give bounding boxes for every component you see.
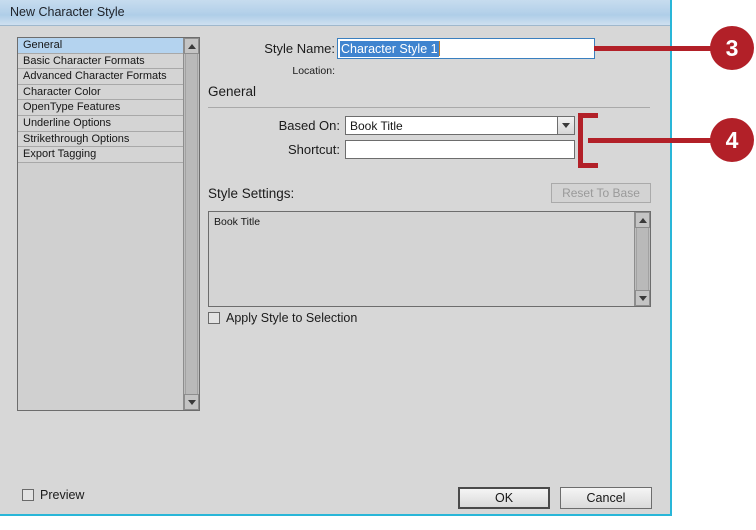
- preview-row[interactable]: Preview: [22, 488, 84, 502]
- cancel-button[interactable]: Cancel: [560, 487, 652, 509]
- preview-label: Preview: [40, 488, 85, 502]
- text-caret: [438, 41, 440, 56]
- callout-4-leader-line: [588, 138, 714, 143]
- style-settings-scrollbar[interactable]: [634, 212, 650, 306]
- scroll-up-arrow-icon[interactable]: [635, 212, 650, 228]
- callout-3-leader-line: [594, 46, 714, 51]
- category-item-character-color[interactable]: Character Color: [18, 84, 183, 101]
- apply-style-to-selection-row[interactable]: Apply Style to Selection: [208, 311, 357, 325]
- new-character-style-dialog: New Character Style General Basic Charac…: [0, 0, 672, 516]
- dialog-titlebar: New Character Style: [0, 0, 670, 26]
- style-name-input[interactable]: Character Style 1: [337, 38, 595, 59]
- style-settings-text: Book Title: [214, 216, 261, 228]
- based-on-label: Based On:: [278, 118, 340, 133]
- category-item-advanced-character-formats[interactable]: Advanced Character Formats: [18, 69, 183, 85]
- style-settings-label: Style Settings:: [208, 186, 295, 201]
- chevron-down-icon[interactable]: [557, 117, 574, 134]
- section-divider: [208, 107, 650, 108]
- based-on-value: Book Title: [350, 119, 403, 133]
- general-section-header: General: [208, 84, 257, 99]
- based-on-select[interactable]: Book Title: [345, 116, 575, 135]
- scroll-up-arrow-icon[interactable]: [184, 38, 199, 54]
- preview-checkbox[interactable]: [22, 489, 34, 501]
- scroll-down-arrow-icon[interactable]: [635, 290, 650, 306]
- apply-style-label: Apply Style to Selection: [226, 311, 358, 325]
- category-list-panel: General Basic Character Formats Advanced…: [17, 37, 200, 411]
- style-name-value: Character Style 1: [340, 40, 439, 57]
- category-item-underline-options[interactable]: Underline Options: [18, 115, 183, 132]
- dialog-title: New Character Style: [10, 5, 125, 19]
- shortcut-label: Shortcut:: [287, 142, 340, 157]
- style-name-label: Style Name:: [264, 41, 335, 56]
- apply-style-checkbox[interactable]: [208, 312, 220, 324]
- scrollbar-track[interactable]: [185, 54, 198, 394]
- callout-4-marker: 4: [710, 118, 754, 162]
- category-item-export-tagging[interactable]: Export Tagging: [18, 147, 183, 163]
- scroll-down-arrow-icon[interactable]: [184, 394, 199, 410]
- category-item-opentype-features[interactable]: OpenType Features: [18, 100, 183, 116]
- callout-3-marker: 3: [710, 26, 754, 70]
- style-settings-box: Book Title: [208, 211, 651, 307]
- scrollbar-track[interactable]: [636, 228, 649, 290]
- category-list[interactable]: General Basic Character Formats Advanced…: [18, 38, 183, 410]
- category-item-basic-character-formats[interactable]: Basic Character Formats: [18, 53, 183, 70]
- ok-button[interactable]: OK: [458, 487, 550, 509]
- category-item-strikethrough-options[interactable]: Strikethrough Options: [18, 131, 183, 148]
- location-label: Location:: [292, 65, 335, 77]
- category-list-scrollbar[interactable]: [183, 38, 199, 410]
- category-item-general[interactable]: General: [18, 38, 183, 54]
- shortcut-input[interactable]: [345, 140, 575, 159]
- reset-to-base-button[interactable]: Reset To Base: [551, 183, 651, 203]
